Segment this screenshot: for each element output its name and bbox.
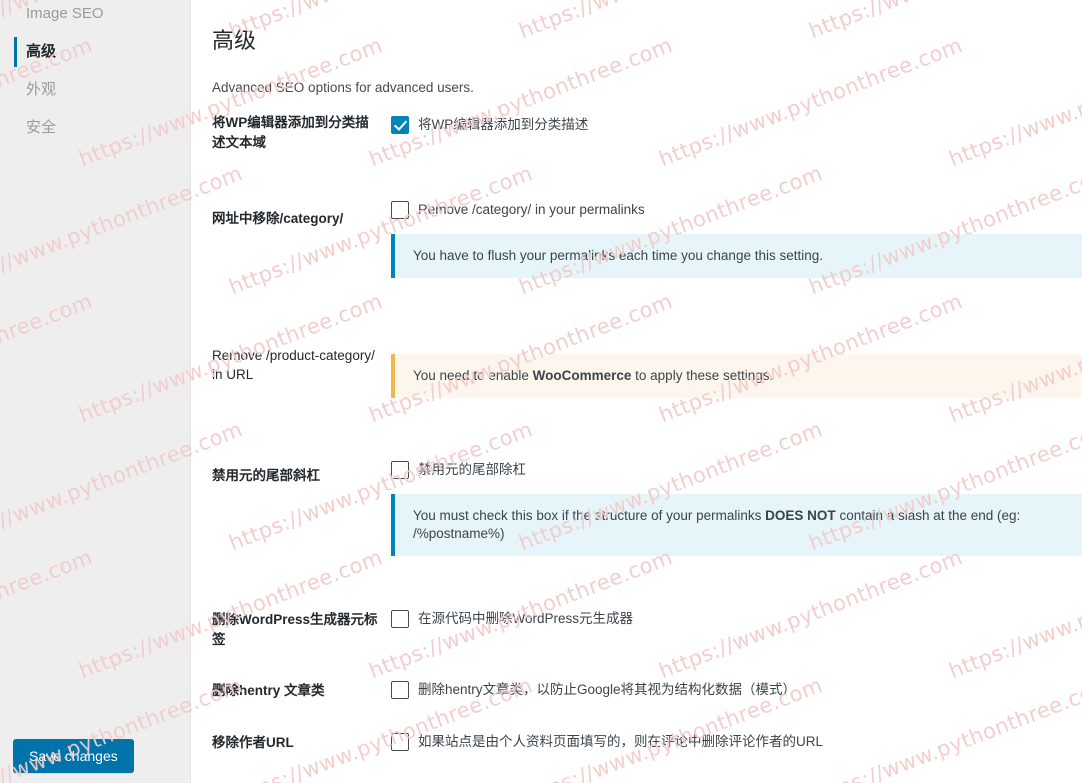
save-changes-container: Save changes <box>13 739 134 773</box>
sidebar-item-label: 高级 <box>26 43 57 60</box>
setting-field: Remove /category/ in your permalinks You… <box>391 200 1082 278</box>
checkbox-box[interactable] <box>391 733 409 751</box>
settings-page: Image SEO 高级 外观 安全 Save changes 高级 Advan… <box>0 0 1082 783</box>
checkbox-box[interactable] <box>391 461 409 479</box>
setting-row-disable-trailing-slash: 禁用元的尾部斜杠 禁用元的尾部除杠 You must check this bo… <box>191 460 1082 556</box>
setting-label: 将WP编辑器添加到分类描述文本域 <box>212 115 369 150</box>
notice-text-strong: WooCommerce <box>532 368 632 383</box>
checkbox-label: 删除hentry文章类，以防止Google将其视为结构化数据（模式） <box>418 682 797 697</box>
checkbox-remove-generator[interactable]: 在源代码中删除WordPress元生成器 <box>391 609 1082 629</box>
sidebar-item-advanced[interactable]: 高级 <box>0 33 190 71</box>
checkbox-label: 将WP编辑器添加到分类描述 <box>418 117 589 132</box>
settings-rows: 将WP编辑器添加到分类描述文本域 将WP编辑器添加到分类描述 网址中移除/cat… <box>191 97 1082 783</box>
setting-field: 将WP编辑器添加到分类描述 <box>391 113 1082 135</box>
setting-field: 如果站点是由个人资料页面填写的，则在评论中删除评论作者的URL <box>391 732 1082 752</box>
notice-text-prefix: You need to enable <box>413 368 533 383</box>
page-description: Advanced SEO options for advanced users. <box>212 80 474 95</box>
sidebar-item-appearance[interactable]: 外观 <box>0 71 190 109</box>
sidebar-item-security[interactable]: 安全 <box>0 109 190 147</box>
setting-label: 移除作者URL <box>212 735 294 750</box>
checkbox-disable-trailing-slash[interactable]: 禁用元的尾部除杠 <box>391 460 1082 480</box>
setting-label: 禁用元的尾部斜杠 <box>212 468 320 483</box>
notice-flush-permalinks: You have to flush your permalinks each t… <box>391 234 1082 278</box>
sidebar-nav: Image SEO 高级 外观 安全 <box>0 0 190 147</box>
checkbox-label: 禁用元的尾部除杠 <box>418 462 526 477</box>
notice-text-prefix: You must check this box if the structure… <box>413 508 766 523</box>
setting-field: You need to enable WooCommerce to apply … <box>391 346 1082 398</box>
setting-row-wp-editor: 将WP编辑器添加到分类描述文本域 将WP编辑器添加到分类描述 <box>191 113 1082 153</box>
checkbox-remove-category[interactable]: Remove /category/ in your permalinks <box>391 200 1082 220</box>
checkbox-box[interactable] <box>391 116 409 134</box>
setting-label: 删除hentry 文章类 <box>212 683 325 698</box>
checkbox-wp-editor[interactable]: 将WP编辑器添加到分类描述 <box>391 113 1082 135</box>
setting-field: 禁用元的尾部除杠 You must check this box if the … <box>391 460 1082 556</box>
notice-text-suffix: to apply these settings. <box>631 368 774 383</box>
save-changes-button[interactable]: Save changes <box>13 739 134 773</box>
sidebar-item-label: 外观 <box>26 81 57 98</box>
setting-row-remove-hentry: 删除hentry 文章类 删除hentry文章类，以防止Google将其视为结构… <box>191 680 1082 701</box>
page-title: 高级 <box>212 28 257 53</box>
setting-label: 删除WordPress生成器元标签 <box>212 612 378 647</box>
setting-field: 删除hentry文章类，以防止Google将其视为结构化数据（模式） <box>391 680 1082 700</box>
setting-label: Remove /product-category/ in URL <box>212 348 375 382</box>
notice-woocommerce-required: You need to enable WooCommerce to apply … <box>391 354 1082 398</box>
checkbox-box[interactable] <box>391 681 409 699</box>
notice-text-strong: DOES NOT <box>765 508 836 523</box>
setting-row-remove-category: 网址中移除/category/ Remove /category/ in you… <box>191 200 1082 278</box>
setting-field: 在源代码中删除WordPress元生成器 <box>391 609 1082 629</box>
notice-trailing-slash: You must check this box if the structure… <box>391 494 1082 556</box>
sidebar: Image SEO 高级 外观 安全 Save changes <box>0 0 191 783</box>
checkbox-remove-author-url[interactable]: 如果站点是由个人资料页面填写的，则在评论中删除评论作者的URL <box>391 732 1082 752</box>
setting-row-remove-author-url: 移除作者URL 如果站点是由个人资料页面填写的，则在评论中删除评论作者的URL <box>191 732 1082 753</box>
setting-label: 网址中移除/category/ <box>212 211 344 226</box>
checkbox-label: 在源代码中删除WordPress元生成器 <box>418 611 634 626</box>
sidebar-item-image-seo[interactable]: Image SEO <box>0 0 190 33</box>
notice-text: You have to flush your permalinks each t… <box>413 248 823 263</box>
checkbox-label: Remove /category/ in your permalinks <box>418 202 645 217</box>
checkbox-box[interactable] <box>391 610 409 628</box>
checkbox-box[interactable] <box>391 201 409 219</box>
main-content: 高级 Advanced SEO options for advanced use… <box>191 0 1082 783</box>
checkbox-remove-hentry[interactable]: 删除hentry文章类，以防止Google将其视为结构化数据（模式） <box>391 680 1082 700</box>
setting-row-remove-generator: 删除WordPress生成器元标签 在源代码中删除WordPress元生成器 <box>191 609 1082 650</box>
checkbox-label: 如果站点是由个人资料页面填写的，则在评论中删除评论作者的URL <box>418 734 824 749</box>
setting-row-remove-product-category: Remove /product-category/ in URL You nee… <box>191 346 1082 398</box>
sidebar-item-label: Image SEO <box>26 5 104 22</box>
sidebar-item-label: 安全 <box>26 119 57 136</box>
